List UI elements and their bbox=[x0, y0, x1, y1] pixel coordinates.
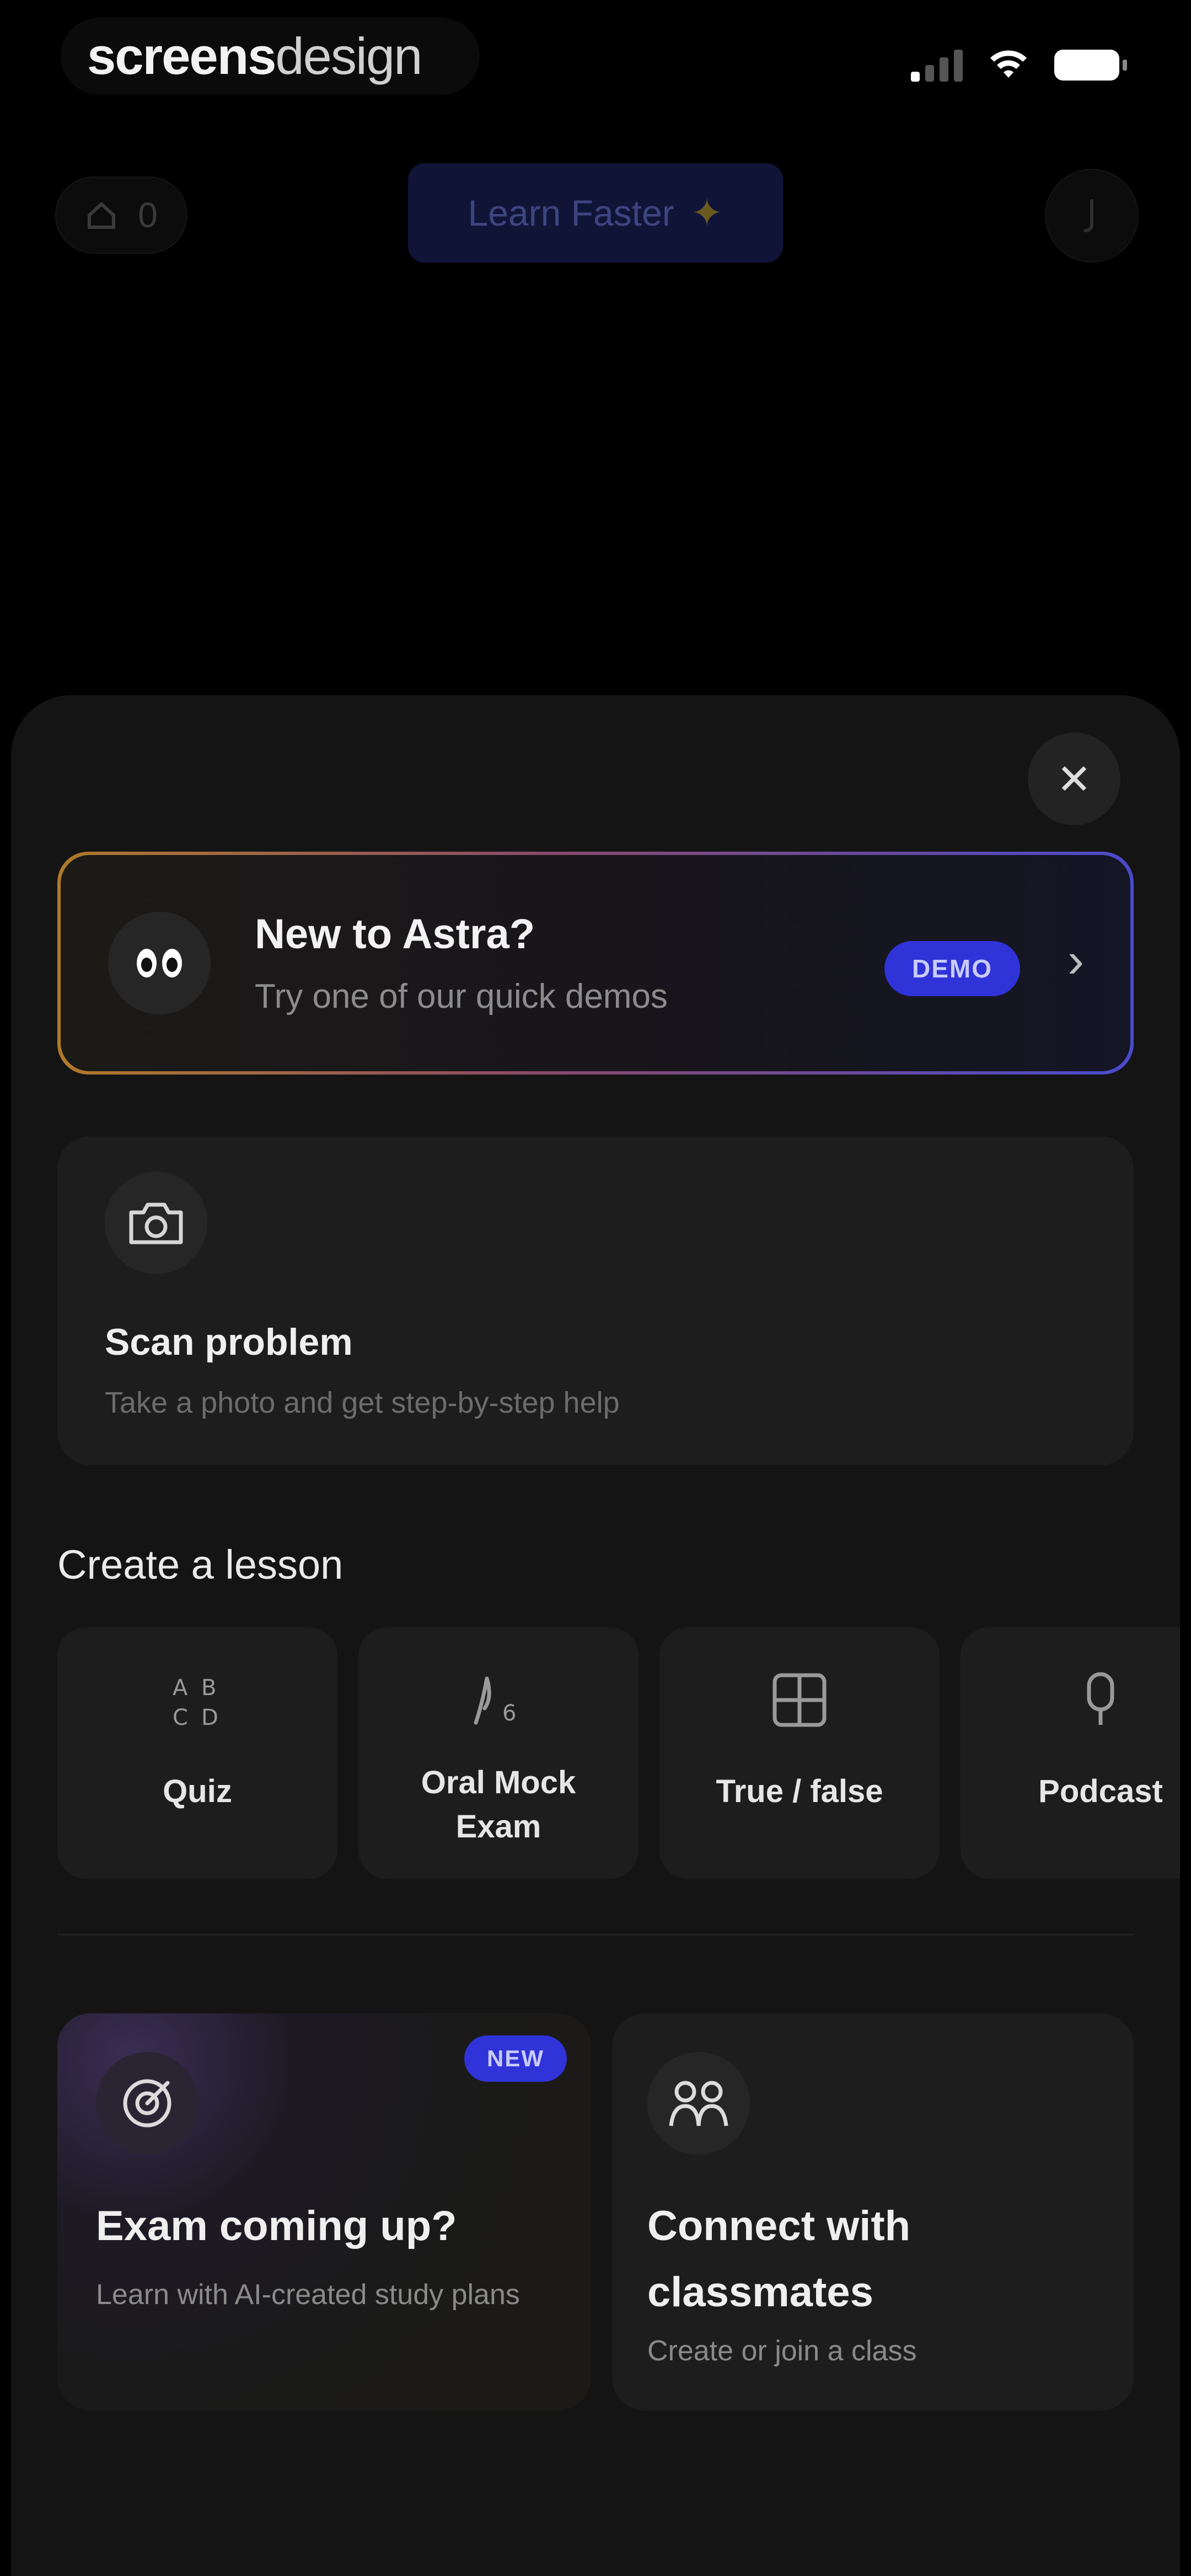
svg-text:A: A bbox=[173, 1675, 188, 1701]
brand-logo: screensdesign bbox=[87, 27, 422, 85]
section-divider bbox=[57, 1934, 1134, 1936]
lesson-type-carousel[interactable]: A B C D Quiz 6 Oral Mock Exam True / fal… bbox=[57, 1627, 1180, 1881]
demo-title: New to Astra? bbox=[255, 911, 535, 958]
brand-watermark: screensdesign bbox=[61, 18, 480, 95]
exam-study-plan-card[interactable]: NEW Exam coming up? Learn with AI-create… bbox=[57, 2013, 591, 2411]
learn-faster-label: Learn Faster bbox=[468, 193, 674, 233]
oral-exam-icon: 6 bbox=[465, 1667, 532, 1733]
status-icons bbox=[911, 49, 1127, 82]
classmates-card-subtitle: Create or join a class bbox=[647, 2335, 917, 2367]
podcast-icon bbox=[1067, 1667, 1134, 1733]
demo-badge: DEMO bbox=[884, 941, 1020, 996]
demo-card[interactable]: New to Astra? Try one of our quick demos… bbox=[57, 852, 1134, 1075]
classmates-card-title: Connect with classmates bbox=[647, 2203, 911, 2316]
lesson-label: Podcast bbox=[1038, 1773, 1163, 1809]
battery-icon bbox=[1054, 50, 1127, 81]
learn-faster-button[interactable]: Learn Faster ✦ bbox=[408, 163, 783, 263]
svg-text:C: C bbox=[173, 1705, 188, 1730]
scan-problem-subtitle: Take a photo and get step-by-step help bbox=[105, 1386, 620, 1419]
true-false-icon bbox=[766, 1667, 833, 1733]
lesson-true-false-card[interactable]: True / false bbox=[659, 1627, 940, 1879]
new-badge: NEW bbox=[464, 2035, 567, 2082]
scan-problem-title: Scan problem bbox=[105, 1321, 353, 1363]
lesson-label: Quiz bbox=[163, 1773, 232, 1809]
lesson-quiz-card[interactable]: A B C D Quiz bbox=[57, 1627, 337, 1879]
camera-icon bbox=[105, 1172, 207, 1274]
exam-card-title: Exam coming up? bbox=[96, 2203, 457, 2249]
create-bottom-sheet: ✕ New to Astra? Try one of our quick dem… bbox=[11, 695, 1180, 2576]
signal-icon bbox=[911, 49, 963, 82]
quiz-icon: A B C D bbox=[164, 1667, 230, 1733]
home-icon bbox=[88, 201, 116, 229]
demo-subtitle: Try one of our quick demos bbox=[255, 977, 668, 1016]
scan-problem-card[interactable]: Scan problem Take a photo and get step-b… bbox=[57, 1136, 1134, 1465]
sparkle-icon: ✦ bbox=[690, 191, 723, 234]
close-icon: ✕ bbox=[1056, 756, 1092, 803]
wifi-icon bbox=[990, 50, 1027, 78]
lesson-label: Oral Mock Exam bbox=[421, 1765, 576, 1845]
lesson-podcast-card[interactable]: Podcast bbox=[961, 1627, 1180, 1879]
profile-icon bbox=[1083, 199, 1093, 232]
create-lesson-heading: Create a lesson bbox=[57, 1542, 344, 1588]
svg-text:B: B bbox=[201, 1675, 216, 1701]
lesson-label: True / false bbox=[716, 1773, 883, 1809]
exam-card-subtitle: Learn with AI-created study plans bbox=[96, 2279, 520, 2311]
target-icon bbox=[96, 2052, 198, 2155]
close-button[interactable]: ✕ bbox=[1028, 733, 1120, 825]
streak-counter[interactable]: 0 bbox=[55, 177, 187, 254]
profile-button[interactable] bbox=[1045, 169, 1139, 263]
classmates-icon bbox=[647, 2052, 750, 2155]
svg-text:D: D bbox=[201, 1705, 218, 1730]
connect-classmates-card[interactable]: Connect with classmates Create or join a… bbox=[612, 2013, 1134, 2411]
chevron-right-icon: › bbox=[1067, 933, 1084, 988]
streak-count: 0 bbox=[138, 195, 158, 235]
svg-text:6: 6 bbox=[502, 1701, 516, 1726]
eyes-icon bbox=[108, 912, 211, 1014]
lesson-oral-exam-card[interactable]: 6 Oral Mock Exam bbox=[358, 1627, 639, 1879]
